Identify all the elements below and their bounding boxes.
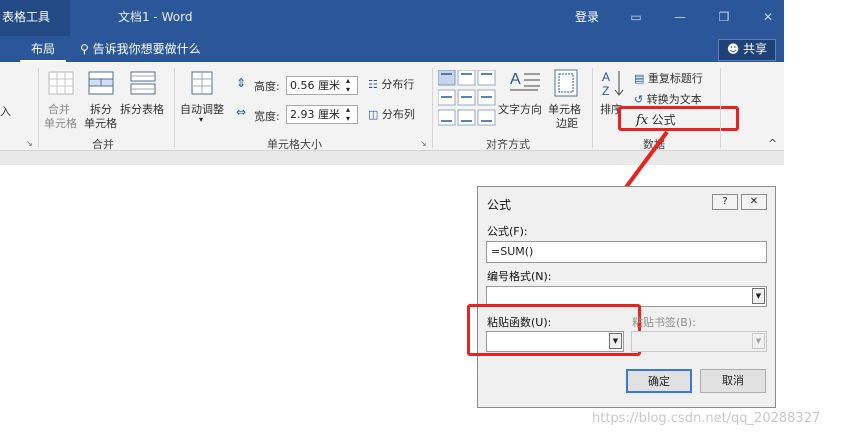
person-icon: ☻ [726,42,740,56]
tell-me-text: 告诉我你想要做什么 [92,42,201,56]
dialog-close-button[interactable]: ✕ [741,194,767,210]
collapse-ribbon-icon[interactable]: ^ [768,137,777,150]
width-value: 2.93 厘米 [290,108,340,121]
split-table-icon [130,71,156,95]
text-direction-icon: A [510,71,540,91]
distribute-rows-button[interactable]: ☷ 分布行 [368,76,428,94]
insert-button-partial[interactable]: 入 [0,103,11,119]
cancel-button[interactable]: 取消 [700,369,766,393]
number-format-dropdown-icon[interactable]: ▼ [752,288,765,304]
share-button[interactable]: ☻ 共享 [718,39,776,61]
share-label: 共享 [743,42,768,56]
ribbon-display-options-icon[interactable]: ▭ [628,9,644,25]
split-table-button[interactable] [128,70,158,96]
ok-button[interactable]: 确定 [626,369,692,393]
dialog-help-button[interactable]: ? [712,194,738,210]
tab-layout[interactable]: 布局 [20,36,66,62]
column-width-icon: ⇔ [236,105,247,119]
close-icon[interactable]: ✕ [760,9,776,25]
alignment-group-label: 对齐方式 [486,138,530,151]
login-link[interactable]: 登录 [575,0,599,34]
group-separator [432,68,433,148]
dialog-launcher-icon[interactable]: ↘ [420,139,427,148]
minimize-icon[interactable]: — [672,9,688,25]
distribute-cols-label: 分布列 [381,108,415,121]
width-label: 宽度: [254,110,280,123]
distribute-cols-button[interactable]: ◫ 分布列 [368,106,428,124]
split-table-label: 拆分表格 [120,103,164,116]
paste-bookmark-dropdown-icon[interactable]: ▼ [752,333,765,349]
close-icon: ✕ [749,196,759,207]
cell-margins-icon [554,69,578,97]
autofit-dropdown-icon[interactable]: ▾ [199,115,203,124]
split-cells-icon [88,71,114,95]
paste-function-highlight-box [467,304,641,356]
number-format-label: 编号格式(N): [487,270,552,283]
lightbulb-icon: ⚲ [80,42,89,56]
group-separator [38,68,39,148]
row-height-icon: ⇕ [236,76,247,90]
formula-input[interactable]: =SUM() [486,241,767,263]
repeat-header-icon: ▤ [634,72,645,85]
repeat-header-button[interactable]: ▤ 重复标题行 [634,70,703,86]
table-tools-context-label: 表格工具 [0,0,70,36]
sort-icon: A Z [602,70,624,98]
group-separator [720,68,721,148]
merge-cells-button[interactable] [46,70,76,96]
distribute-rows-label: 分布行 [381,78,415,91]
repeat-header-label: 重复标题行 [647,72,703,85]
distribute-cols-icon: ◫ [368,108,379,121]
help-icon: ? [722,196,728,207]
svg-text:A: A [602,70,610,84]
maximize-icon[interactable]: ❐ [716,9,732,25]
text-direction-label: 文字方向 [498,103,542,116]
formula-input-value: =SUM() [491,245,534,258]
title-bar: 表格工具 文档1 - Word 登录 ▭ — ❐ ✕ [0,0,784,36]
height-value: 0.56 厘米 [290,79,340,92]
alignment-grid[interactable] [437,69,496,128]
merge-cells-icon [48,71,74,95]
paste-bookmark-label: 粘贴书签(B): [632,316,696,329]
dialog-title: 公式 [487,198,512,212]
window-title: 文档1 - Word [118,10,193,24]
formula-field-label: 公式(F): [487,225,528,238]
convert-to-text-button[interactable]: ↺ 转换为文本 [634,91,702,107]
svg-text:A: A [510,71,521,88]
svg-text:Z: Z [602,84,609,98]
merge-group-label: 合并 [92,138,114,151]
split-cells-button[interactable] [86,70,116,96]
cell-size-group-label: 单元格大小 [267,138,322,151]
paste-bookmark-select[interactable] [631,331,767,352]
ribbon-tab-row: 布局 ⚲ 告诉我你想要做什么 ☻ 共享 [0,36,784,62]
convert-to-text-icon: ↺ [634,93,644,106]
convert-to-text-label: 转换为文本 [646,93,702,106]
height-spin-arrows-icon[interactable]: ▴ ▾ [346,76,350,94]
height-label: 高度: [254,80,280,93]
tell-me-search[interactable]: ⚲ 告诉我你想要做什么 [80,36,201,62]
cell-margins-button[interactable] [552,68,580,98]
group-separator [174,68,175,148]
alignment-buttons-icon [437,69,496,126]
sort-button[interactable]: A Z [600,68,626,98]
autofit-icon [191,71,213,95]
dialog-launcher-icon[interactable]: ↘ [26,139,33,148]
autofit-button[interactable] [190,70,216,98]
watermark-text: https://blog.csdn.net/qq_20288327 [592,411,821,426]
split-cells-label-2: 单元格 [84,117,117,130]
text-direction-button[interactable]: A [508,68,542,98]
distribute-rows-icon: ☷ [368,78,378,91]
merge-cells-label-2: 单元格 [44,117,77,130]
width-spin-arrows-icon[interactable]: ▴ ▾ [346,105,350,123]
